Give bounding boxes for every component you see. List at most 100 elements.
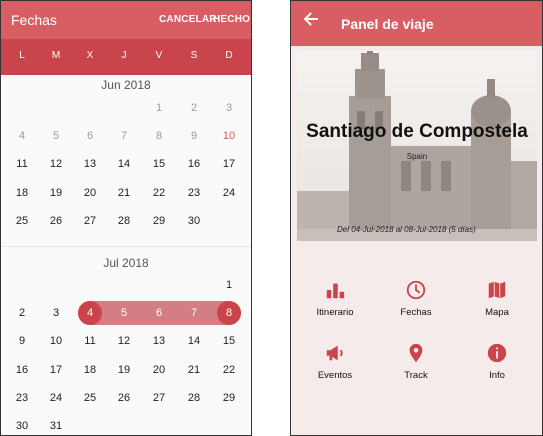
calendar-day[interactable]: 24: [43, 391, 69, 405]
calendar-day[interactable]: 16: [181, 157, 207, 171]
calendar-day[interactable]: 28: [111, 214, 137, 228]
calendar-day[interactable]: 23: [181, 186, 207, 200]
location-pin-icon: [409, 343, 423, 363]
weekday-label: D: [225, 50, 233, 61]
calendar-day[interactable]: 20: [77, 186, 103, 200]
done-button[interactable]: HECHO: [213, 14, 250, 25]
calendar-day[interactable]: 27: [77, 214, 103, 228]
date-picker-title: Fechas: [11, 12, 57, 28]
calendar-day[interactable]: 12: [111, 334, 137, 348]
date-picker-header: Fechas CANCELAR HECHO: [1, 1, 251, 39]
calendar-day[interactable]: 13: [77, 157, 103, 171]
date-picker-screen: Fechas CANCELAR HECHO LMXJVSD Jun 2018 1 2…: [0, 0, 252, 436]
calendar-day[interactable]: 6: [146, 306, 172, 320]
calendar-day[interactable]: 21: [181, 363, 207, 377]
calendar-day[interactable]: 19: [111, 363, 137, 377]
calendar-day[interactable]: 6: [77, 129, 103, 143]
tile-fechas[interactable]: Fechas: [386, 279, 446, 318]
tile-mapa[interactable]: Mapa: [467, 279, 527, 318]
weekday-label: J: [121, 50, 127, 61]
calendar-day[interactable]: 8: [216, 306, 242, 320]
tile-label: Fechas: [400, 307, 432, 318]
tile-label: Mapa: [485, 307, 509, 318]
calendar-day[interactable]: 14: [181, 334, 207, 348]
cancel-button[interactable]: CANCELAR: [159, 14, 217, 25]
calendar-day[interactable]: 1: [216, 278, 242, 292]
app-bar-title: Panel de viaje: [341, 16, 434, 32]
calendar-day[interactable]: 1: [146, 101, 172, 115]
clock-icon: [406, 280, 426, 300]
arrow-back-icon[interactable]: [303, 11, 319, 32]
calendar-day[interactable]: 29: [146, 214, 172, 228]
calendar-day[interactable]: 12: [43, 157, 69, 171]
calendar-day[interactable]: 18: [9, 186, 35, 200]
weekday-label: X: [86, 50, 94, 61]
app-bar: Panel de viaje: [291, 1, 542, 46]
calendar-day[interactable]: 25: [77, 391, 103, 405]
calendar-day[interactable]: 25: [9, 214, 35, 228]
destination-city: Santiago de Compostela: [306, 121, 528, 142]
calendar-day[interactable]: 30: [9, 419, 35, 433]
calendar-day[interactable]: 4: [77, 306, 103, 320]
calendar-day[interactable]: 26: [111, 391, 137, 405]
calendar-day[interactable]: 5: [111, 306, 137, 320]
calendar-day[interactable]: 15: [216, 334, 242, 348]
tile-itinerario[interactable]: Itinerario: [305, 279, 365, 318]
tile-label: Itinerario: [316, 307, 354, 318]
info-icon: [487, 343, 507, 363]
destination-country: Spain: [406, 152, 428, 161]
month-label: Jul 2018: [103, 256, 149, 270]
trip-dates: Del 04-Jul-2018 al 08-Jul-2018 (5 días): [337, 225, 476, 234]
calendar-day[interactable]: 10: [43, 334, 69, 348]
calendar-day[interactable]: 16: [9, 363, 35, 377]
calendar-day[interactable]: 26: [43, 214, 69, 228]
tile-label: Track: [404, 370, 428, 381]
map-icon: [488, 281, 506, 299]
calendar-day[interactable]: 24: [216, 186, 242, 200]
bar-chart-icon: [326, 283, 345, 299]
calendar-day[interactable]: 9: [9, 334, 35, 348]
calendar-day[interactable]: 23: [9, 391, 35, 405]
calendar-day[interactable]: 3: [43, 306, 69, 320]
calendar-day[interactable]: 30: [181, 214, 207, 228]
calendar-day[interactable]: 4: [9, 129, 35, 143]
tile-label: Eventos: [317, 370, 353, 381]
month-label: Jun 2018: [101, 78, 151, 92]
weekday-label: S: [190, 50, 198, 61]
calendar-day[interactable]: 22: [146, 186, 172, 200]
calendar-day[interactable]: 11: [9, 157, 35, 171]
calendar-day[interactable]: 19: [43, 186, 69, 200]
calendar-day[interactable]: 31: [43, 419, 69, 433]
calendar-day[interactable]: 2: [181, 101, 207, 115]
calendar-day[interactable]: 14: [111, 157, 137, 171]
tile-info[interactable]: Info: [467, 342, 527, 381]
calendar-day[interactable]: 3: [216, 101, 242, 115]
calendar-day[interactable]: 5: [43, 129, 69, 143]
calendar-day[interactable]: 29: [216, 391, 242, 405]
calendar-day[interactable]: 27: [146, 391, 172, 405]
calendar-day[interactable]: 7: [181, 306, 207, 320]
megaphone-icon: [326, 345, 343, 361]
calendar-day[interactable]: 8: [146, 129, 172, 143]
calendar-day[interactable]: 13: [146, 334, 172, 348]
calendar-day[interactable]: 22: [216, 363, 242, 377]
calendar-day[interactable]: 9: [181, 129, 207, 143]
calendar-day[interactable]: 7: [111, 129, 137, 143]
calendar-day[interactable]: 28: [181, 391, 207, 405]
calendar-day[interactable]: 15: [146, 157, 172, 171]
calendar-day[interactable]: 11: [77, 334, 103, 348]
weekday-label: M: [51, 50, 61, 61]
tile-track[interactable]: Track: [386, 342, 446, 381]
calendar-day[interactable]: 21: [111, 186, 137, 200]
calendar-day[interactable]: 2: [9, 306, 35, 320]
weekday-label: L: [19, 50, 25, 61]
calendar-day[interactable]: 18: [77, 363, 103, 377]
calendar-day[interactable]: 17: [216, 157, 242, 171]
tile-label: Info: [489, 370, 505, 381]
tile-eventos[interactable]: Eventos: [305, 342, 365, 381]
destination-hero: Santiago de Compostela Spain Del 04-Jul-…: [297, 51, 537, 241]
calendar-day[interactable]: 17: [43, 363, 69, 377]
calendar-day[interactable]: 10: [216, 129, 242, 143]
calendar-day[interactable]: 20: [146, 363, 172, 377]
weekday-label: V: [155, 50, 163, 61]
